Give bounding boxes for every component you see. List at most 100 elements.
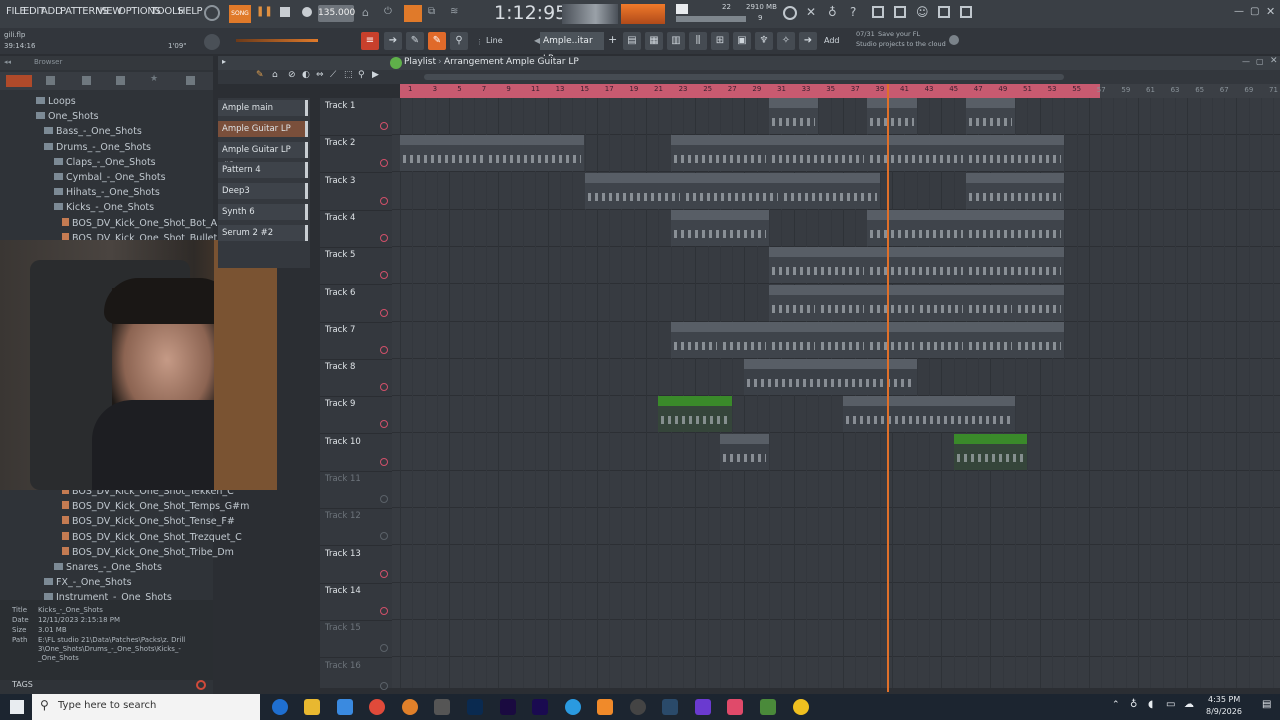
mixer-faders-icon[interactable]: ⫼ — [689, 32, 707, 50]
windows-start-icon[interactable] — [10, 700, 24, 714]
track-mute-icon[interactable] — [380, 681, 388, 690]
arrow-right-icon[interactable]: ➔ — [384, 32, 402, 50]
track-mute-icon[interactable] — [380, 644, 388, 653]
playlist-clip[interactable]: Ample Guitar LP #2 — [781, 172, 880, 209]
firefox-icon[interactable] — [402, 699, 418, 715]
add-button[interactable]: Add — [824, 36, 840, 45]
playlist-clip[interactable]: Serum 2 #3 — [965, 209, 1065, 246]
channel-rack-icon[interactable]: ▦ — [645, 32, 663, 50]
playlist-maximize-icon[interactable]: ▢ — [1256, 57, 1264, 66]
track-header[interactable]: Track 2 — [320, 135, 392, 174]
master-volume-slider[interactable] — [236, 39, 318, 42]
magic-icon[interactable]: ✧ — [777, 32, 795, 50]
browser-file[interactable]: BOS_DV_Kick_One_Shot_Tribe_Dm — [62, 546, 234, 558]
picker-item[interactable]: Ample main — [218, 100, 308, 116]
visual-studio-icon[interactable] — [695, 699, 711, 715]
breadcrumb-pattern[interactable]: Ample Guitar LP — [506, 57, 579, 67]
help-icon[interactable]: ? — [850, 5, 856, 19]
track-mute-icon[interactable] — [380, 569, 388, 578]
steam-icon[interactable] — [662, 699, 678, 715]
file-explorer-icon[interactable] — [304, 699, 320, 715]
playlist-clip[interactable]: Synth 6 — [769, 284, 819, 321]
picker-item[interactable]: Synth 6 — [218, 204, 308, 220]
browser-all-button[interactable] — [6, 75, 32, 87]
playlist-clip[interactable]: Ample Guitar LP — [670, 135, 769, 172]
track-header[interactable]: Track 15 — [320, 620, 392, 659]
browser-folder[interactable]: Hihats_-_One_Shots — [54, 187, 160, 198]
playlist-clip[interactable]: Pattern 4 — [486, 135, 585, 172]
paint-brush-icon[interactable]: ✎ — [428, 32, 446, 50]
browser-star-icon[interactable]: ★ — [150, 74, 158, 84]
track-mute-icon[interactable] — [380, 606, 388, 615]
chatgpt-icon[interactable] — [630, 699, 646, 715]
piano-roll-icon[interactable]: ▥ — [667, 32, 685, 50]
paint-tool-icon[interactable]: ⌂ — [272, 70, 278, 80]
track-mute-icon[interactable] — [380, 271, 388, 280]
browser-folder[interactable]: Claps_-_One_Shots — [54, 157, 156, 168]
playlist-clip[interactable]: Synth 6 — [818, 284, 868, 321]
track-mute-icon[interactable] — [380, 196, 388, 205]
volume-tray-icon[interactable]: ◖ — [1148, 699, 1153, 710]
metronome-icon[interactable]: ⌂ — [362, 6, 378, 20]
pause-icon[interactable]: ❚❚ — [256, 6, 273, 20]
taskbar-search-box[interactable]: ⚲ Type here to search — [32, 694, 260, 720]
playlist-minimize-icon[interactable]: — — [1242, 57, 1250, 66]
browser-plugin-icon[interactable] — [116, 76, 125, 85]
track-mute-icon[interactable] — [380, 308, 388, 317]
wait-icon[interactable]: ⏻ — [384, 6, 400, 20]
master-pitch-knob[interactable] — [204, 34, 220, 50]
playlist-arrow-icon[interactable]: ▸ — [222, 57, 226, 66]
playlist-clip[interactable]: Deep3 — [867, 321, 917, 358]
tray-chevron-icon[interactable]: ⌃ — [1112, 700, 1120, 710]
app-icon[interactable] — [727, 699, 743, 715]
premiere-icon[interactable] — [500, 699, 516, 715]
playlist-clip[interactable]: Track..ated) #2 — [719, 433, 769, 470]
browser-folder[interactable]: Bass_-_One_Shots — [44, 126, 142, 137]
playhead-line[interactable] — [887, 84, 889, 692]
mixer-icon[interactable] — [894, 6, 906, 18]
microphone-tray-icon[interactable]: ♁ — [1130, 699, 1137, 710]
stamp-icon[interactable]: ⚲ — [450, 32, 468, 50]
track-header[interactable]: Track 16 — [320, 658, 392, 696]
playback-tool-icon[interactable]: ▶ — [372, 70, 379, 80]
snap-selector[interactable]: Line — [486, 36, 503, 45]
playlist-clip[interactable]: Deep3 — [965, 321, 1015, 358]
minecraft-icon[interactable] — [760, 699, 776, 715]
track-header[interactable]: Track 8 — [320, 359, 392, 398]
plugin-icon[interactable]: ♆ — [755, 32, 773, 50]
picker-item[interactable]: Serum 2 #2 — [218, 224, 308, 241]
playlist-clip[interactable]: pro TAG — [658, 396, 733, 433]
track-mute-icon[interactable] — [380, 420, 388, 429]
pattern-mode-icon[interactable]: ≡ — [361, 32, 379, 50]
browser-file[interactable]: BOS_DV_Kick_One_Shot_Bot_Am — [62, 217, 226, 229]
download-icon[interactable] — [938, 6, 950, 18]
picker-item[interactable]: Deep3 — [218, 183, 308, 200]
network-tray-icon[interactable]: ▭ — [1166, 699, 1175, 710]
playlist-clip[interactable]: Synth 6 — [916, 284, 966, 321]
timeline-ruler[interactable]: 1 3 5 7 9 11 13 15 17 19 21 23 25 27 29 31 33 35 37 39 41 43 4… — [400, 84, 1100, 98]
chrome-icon[interactable] — [369, 699, 385, 715]
slice-tool-icon[interactable]: ⟋ — [330, 70, 336, 80]
browser-file[interactable]: BOS_DV_Kick_One_Shot_Temps_G#m — [62, 501, 249, 512]
telegram-icon[interactable] — [565, 699, 581, 715]
track-header[interactable]: Track 12 — [320, 508, 392, 547]
playlist-clip[interactable]: Deep3 — [670, 321, 720, 358]
browser-file[interactable]: BOS_DV_Kick_One_Shot_Tense_F# — [62, 516, 235, 527]
track-mute-icon[interactable] — [380, 383, 388, 392]
tempo-tap-icon[interactable]: ➜ — [799, 32, 817, 50]
zoom-tool-icon[interactable]: ⚲ — [358, 70, 365, 80]
track-header[interactable]: Track 4 — [320, 210, 392, 248]
track-header[interactable]: Track 7 — [320, 322, 392, 360]
playlist-clip[interactable]: Deep3 — [818, 321, 868, 358]
browser-folder[interactable]: FX_-_One_Shots — [44, 577, 132, 588]
recording-indicator-icon[interactable] — [204, 5, 220, 21]
after-effects-icon[interactable] — [532, 699, 548, 715]
slip-tool-icon[interactable]: ⇔ — [316, 70, 324, 80]
notifications-icon[interactable]: ▤ — [1262, 699, 1271, 710]
step-edit-icon[interactable]: ≋ — [450, 6, 466, 20]
browser-folder[interactable]: One_Shots — [36, 111, 99, 122]
playlist-clip[interactable]: Synth 6 — [965, 284, 1015, 321]
track-mute-icon[interactable] — [380, 495, 388, 503]
playlist-clip[interactable]: Deep3 — [1015, 321, 1065, 358]
stop-icon[interactable] — [280, 7, 290, 17]
